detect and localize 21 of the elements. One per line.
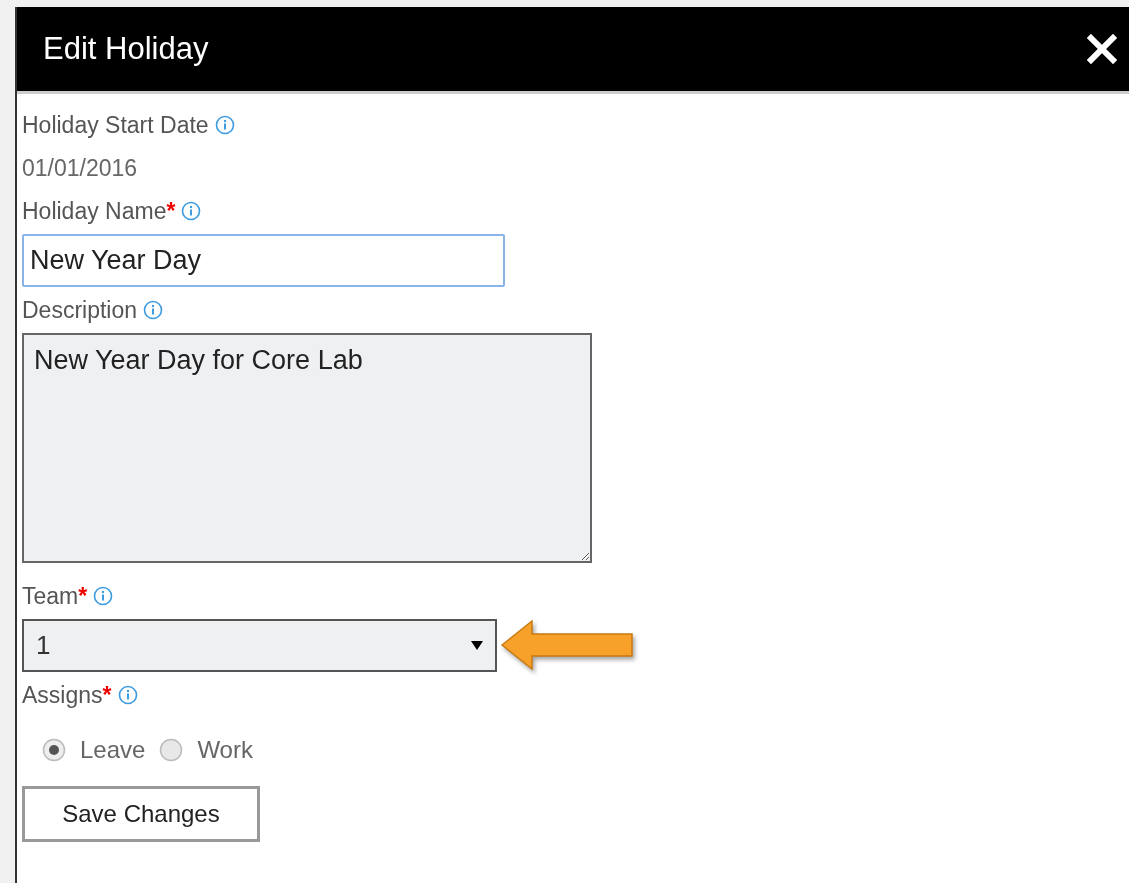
info-icon[interactable]	[143, 300, 164, 320]
dialog-title: Edit Holiday	[43, 31, 209, 67]
radio-icon[interactable]	[42, 738, 66, 762]
field-label: Team*	[22, 582, 88, 610]
info-icon[interactable]	[117, 685, 138, 705]
team-dropdown[interactable]: 1	[22, 619, 497, 672]
date-value: 01/01/2016	[22, 153, 139, 183]
field-label: Assigns*	[22, 681, 112, 709]
info-icon[interactable]	[214, 115, 235, 135]
close-icon[interactable]	[1087, 34, 1117, 64]
name-field[interactable]: New Year Day	[22, 234, 505, 287]
field-label: Description	[22, 296, 138, 324]
radio-option[interactable]: Leave	[42, 736, 146, 764]
info-icon[interactable]	[93, 586, 114, 606]
radio-icon[interactable]	[159, 738, 184, 762]
field-label: Holiday Start Date	[22, 111, 209, 139]
field-label: Holiday Name*	[22, 197, 176, 225]
info-icon[interactable]	[181, 201, 202, 221]
save-button[interactable]: Save Changes	[22, 786, 260, 842]
radio-option[interactable]: Work	[159, 736, 253, 764]
description-field[interactable]: New Year Day for Core Lab	[22, 333, 592, 563]
